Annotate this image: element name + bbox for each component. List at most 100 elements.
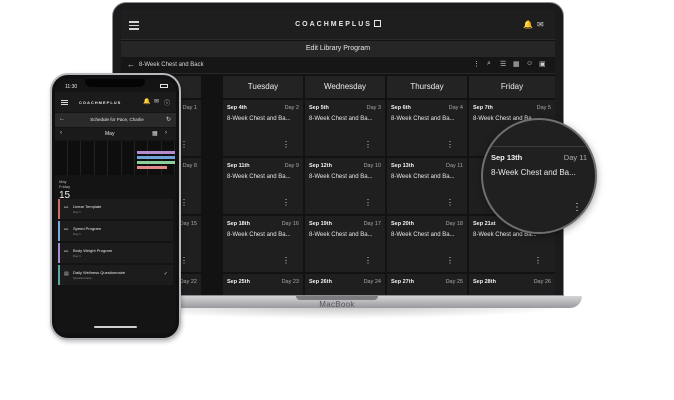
calendar-cell[interactable]: Sep 12th Day 10 8-Week Chest and Ba... ⋮ [305,158,385,214]
program-bar: ← 8-Week Chest and Back ⋮ ⌕ ☰ ▦ ☺ ▣ [121,57,555,74]
schedule-title: Schedule for Pace, Charlie [90,117,144,122]
calendar-cell[interactable]: Sep 6th Day 4 8-Week Chest and Ba... ⋮ [387,100,467,156]
schedule-item[interactable]: ⚯ Body Weight Program Day 1 [58,243,173,263]
dumbbell-icon: ⚯ [64,205,69,211]
cell-program: 8-Week Chest and Ba... [227,174,291,180]
list-view-icon[interactable]: ☰ [500,60,506,68]
cell-day-number: Day 26 [533,279,551,285]
cell-date: Sep 7th [473,105,493,111]
more-vert-icon[interactable]: ⋮ [446,256,454,265]
cell-program: 8-Week Chest and Ba... [227,232,291,238]
cell-program: 8-Week Chest and Ba... [227,116,291,122]
schedule-item-sub: Day 1 [73,232,81,236]
calendar-cell[interactable]: Sep 28th Day 26 [469,274,555,295]
schedule-item[interactable]: ⚯ Speed Program Day 1 [58,221,173,241]
month-bar: ‹ May ▦ › [55,128,176,140]
cell-day-number: Day 18 [445,221,463,227]
mail-icon[interactable]: ✉ [537,20,544,29]
more-vert-icon[interactable]: ⋮ [364,198,372,207]
calendar-cell[interactable]: Sep 27th Day 25 [387,274,467,295]
hamburger-menu-icon[interactable] [129,21,139,30]
mini-calendar-column[interactable] [82,141,95,175]
cell-day-number: Day 4 [448,105,463,111]
event-bar[interactable] [137,166,167,169]
zoom-magnifier: Sep 13th Day 11 8-Week Chest and Ba... ⋮ [481,118,597,234]
schedule-item-name: Daily Wellness Questionnaire [73,270,126,275]
more-vert-icon[interactable]: ⋮ [282,140,290,149]
more-vert-icon[interactable]: ⋮ [473,60,480,68]
bell-icon[interactable]: 🔔 [523,20,533,29]
schedule-item[interactable]: ⚯ Linear Template Day 1 [58,199,173,219]
event-bar[interactable] [137,151,175,154]
back-arrow-icon[interactable]: ← [127,60,135,69]
calendar-cell[interactable]: Sep 20th Day 18 8-Week Chest and Ba... ⋮ [387,216,467,272]
calendar-view-icon[interactable]: ▦ [513,60,520,68]
more-vert-icon[interactable]: ⋮ [446,140,454,149]
assign-group-icon[interactable]: ☺ [526,60,533,67]
cell-date: Sep 6th [391,105,411,111]
date-header-weekday: Friday [59,184,71,189]
back-arrow-icon[interactable]: ← [59,116,65,122]
mini-calendar-column[interactable] [122,141,135,175]
cell-date: Sep 21st [473,221,496,227]
phone-screen: 11:30 COACHMEPLUS 🔔 ✉ ⓘ ← Schedule for P… [55,79,176,334]
mini-calendar-column[interactable] [55,141,68,175]
help-icon[interactable]: ⓘ [164,98,170,107]
cell-day-number: Day 17 [363,221,381,227]
cell-day-number: Day 15 [179,221,197,227]
calendar-cell[interactable]: Sep 5th Day 3 8-Week Chest and Ba... ⋮ [305,100,385,156]
more-vert-icon[interactable]: ⋮ [180,140,188,149]
calendar-cell[interactable]: Sep 26th Day 24 [305,274,385,295]
hamburger-menu-icon[interactable] [61,100,68,107]
cell-date: Sep 18th [227,221,250,227]
bell-icon[interactable]: 🔔 [143,98,150,105]
calendar-cell[interactable]: Sep 25th Day 23 [223,274,303,295]
event-bar[interactable] [137,161,175,164]
refresh-icon[interactable]: ↻ [166,116,171,123]
next-month-icon[interactable]: › [165,130,167,136]
mail-icon[interactable]: ✉ [154,98,159,105]
more-vert-icon[interactable]: ⋮ [180,198,188,207]
mini-calendar-column[interactable] [95,141,109,175]
event-bar[interactable] [137,156,175,159]
more-vert-icon[interactable]: ⋮ [572,202,582,213]
cell-day-number: Day 24 [363,279,381,285]
calendar-cell[interactable]: Sep 13th Day 11 8-Week Chest and Ba... ⋮ [387,158,467,214]
search-icon[interactable]: ⌕ [487,60,491,68]
more-vert-icon[interactable]: ⋮ [282,256,290,265]
cell-day-number: Day 2 [284,105,299,111]
dumbbell-icon: ⚯ [64,227,69,233]
cell-day-number: Day 25 [445,279,463,285]
mini-calendar-column[interactable] [68,141,82,175]
cell-date: Sep 12th [309,163,332,169]
cell-date: Sep 28th [473,279,496,285]
calendar-cell[interactable]: Sep 19th Day 17 8-Week Chest and Ba... ⋮ [305,216,385,272]
prev-month-icon[interactable]: ‹ [60,130,62,136]
schedule-item-sub: Day 1 [73,210,81,214]
cell-program: 8-Week Chest and Ba... [309,116,373,122]
cell-program: 8-Week Chest and Ba... [391,174,455,180]
calendar-cell[interactable]: Sep 11th Day 9 8-Week Chest and Ba... ⋮ [223,158,303,214]
save-icon[interactable]: ▣ [539,60,546,68]
page-title: Edit Library Program [121,41,555,57]
calendar-cell[interactable]: Sep 18th Day 16 8-Week Chest and Ba... ⋮ [223,216,303,272]
schedule-item-sub: Day 1 [73,254,81,258]
magnifier-date: Sep 13th [491,153,523,162]
mini-calendar-column[interactable] [109,141,122,175]
check-icon: ✓ [163,271,168,277]
schedule-item[interactable]: ▤ Daily Wellness Questionnaire Questionnai… [58,265,173,285]
calendar-cell[interactable]: Sep 4th Day 2 8-Week Chest and Ba... ⋮ [223,100,303,156]
more-vert-icon[interactable]: ⋮ [180,256,188,265]
more-vert-icon[interactable]: ⋮ [364,256,372,265]
phone-appbar: COACHMEPLUS 🔔 ✉ ⓘ [55,92,176,112]
more-vert-icon[interactable]: ⋮ [282,198,290,207]
calendar-icon[interactable]: ▦ [152,130,158,137]
more-vert-icon[interactable]: ⋮ [364,140,372,149]
cell-day-number: Day 9 [284,163,299,169]
more-vert-icon[interactable]: ⋮ [446,198,454,207]
more-vert-icon[interactable]: ⋮ [534,256,542,265]
day-header: Tuesday [223,76,303,98]
program-name: 8-Week Chest and Back [139,62,204,68]
date-header: May Friday 15 [59,179,70,201]
schedule-item-name: Linear Template [73,204,102,209]
